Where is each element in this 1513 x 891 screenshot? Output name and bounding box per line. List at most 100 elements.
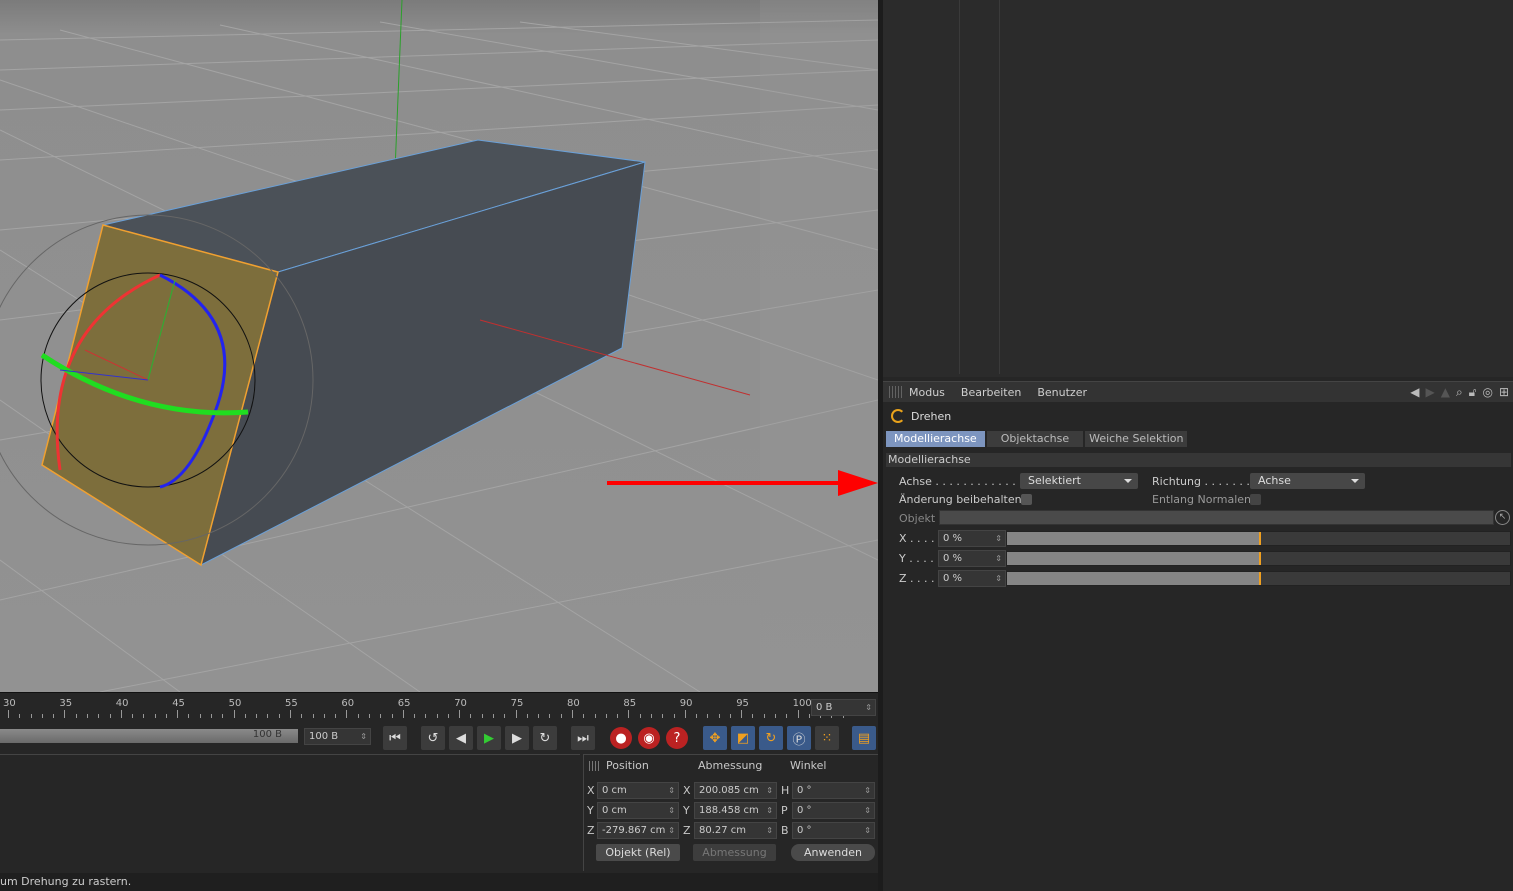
menu-modus[interactable]: Modus <box>909 386 945 399</box>
points-key-icon[interactable]: ⁙ <box>815 726 839 750</box>
axis-y-field[interactable]: 0 % ⇕ <box>938 550 1006 567</box>
move-key-icon[interactable]: ✥ <box>703 726 727 750</box>
spinner-icon[interactable]: ⇕ <box>995 571 1002 586</box>
rotate-key-icon[interactable]: ↻ <box>759 726 783 750</box>
current-frame-value: 0 B <box>816 702 833 713</box>
spinner-icon[interactable]: ⇕ <box>668 803 675 818</box>
rot-h-value: 0 ° <box>797 785 812 796</box>
new-panel-icon[interactable]: ⊞ <box>1499 385 1509 400</box>
axis-x-field[interactable]: 0 % ⇕ <box>938 530 1006 547</box>
prev-key-icon[interactable]: ↺ <box>421 726 445 750</box>
tick-mark <box>650 714 652 718</box>
film-icon[interactable]: ▤ <box>852 726 876 750</box>
tick-mark <box>143 714 145 718</box>
tick-label: 30 <box>3 698 16 709</box>
target-icon[interactable]: ◎ <box>1482 385 1492 400</box>
spinner-icon[interactable]: ⇕ <box>766 803 773 818</box>
timeline-ruler[interactable]: 30 35 40 45 50 55 60 65 70 75 80 85 90 95 100 0 B ⇕ <box>0 692 878 720</box>
back-arrow-icon[interactable]: ◀ <box>1410 385 1419 400</box>
grip-icon[interactable] <box>889 386 903 398</box>
size-z-value: 80.27 cm <box>699 825 747 836</box>
rot-b-field[interactable]: 0 ° ⇕ <box>792 822 875 839</box>
param-key-icon[interactable]: Ⓟ <box>787 726 811 750</box>
spinner-icon[interactable]: ⇕ <box>865 700 872 715</box>
lock-icon[interactable]: 🔓︎ <box>1469 385 1477 400</box>
entlang-label: Entlang Normalen <box>1152 493 1252 506</box>
axis-x-value: 0 % <box>943 533 963 544</box>
coord-mode-dropdown[interactable]: Objekt (Rel) <box>596 844 680 861</box>
size-z-field[interactable]: 80.27 cm ⇕ <box>694 822 777 839</box>
richtung-dropdown[interactable]: Achse <box>1250 473 1365 489</box>
rot-p-field[interactable]: 0 ° ⇕ <box>792 802 875 819</box>
tick-label: 35 <box>59 698 73 709</box>
material-panel[interactable] <box>0 754 580 871</box>
next-frame-icon[interactable]: ▶ <box>505 726 529 750</box>
play-icon[interactable]: ▶ <box>477 726 501 750</box>
record-icon[interactable]: ● <box>610 727 632 749</box>
axis-y-slider[interactable] <box>1006 551 1511 566</box>
axis-x-slider[interactable] <box>1006 531 1511 546</box>
pos-z-field[interactable]: -279.867 cm ⇕ <box>597 822 679 839</box>
current-frame-field[interactable]: 0 B ⇕ <box>811 699 876 716</box>
axis-x-label: X . . . . . <box>899 532 942 545</box>
spinner-icon[interactable]: ⇕ <box>668 783 675 798</box>
spinner-icon[interactable]: ⇕ <box>766 823 773 838</box>
spinner-icon[interactable]: ⇕ <box>360 729 367 744</box>
slider-marker <box>1258 532 1261 545</box>
pos-y-value: 0 cm <box>602 805 627 816</box>
goto-end-icon[interactable]: ⏭ <box>571 726 595 750</box>
pos-x-field[interactable]: 0 cm ⇕ <box>597 782 679 799</box>
forward-arrow-icon[interactable]: ▶ <box>1425 385 1434 400</box>
spinner-icon[interactable]: ⇕ <box>864 823 871 838</box>
rot-axis-label: B <box>781 824 789 837</box>
prev-frame-icon[interactable]: ◀ <box>449 726 473 750</box>
goto-start-icon[interactable]: ⏮ <box>383 726 407 750</box>
tick-mark <box>98 714 100 718</box>
spinner-icon[interactable]: ⇕ <box>995 531 1002 546</box>
axis-z-slider[interactable] <box>1006 571 1511 586</box>
slider-fill <box>1007 572 1259 585</box>
tab-objektachse[interactable]: Objektachse <box>986 431 1084 447</box>
grip-icon[interactable] <box>589 761 601 771</box>
end-frame-field[interactable]: 100 B ⇕ <box>304 728 371 745</box>
tick-mark <box>414 714 416 718</box>
aenderung-checkbox[interactable] <box>1021 494 1032 505</box>
menu-bearbeiten[interactable]: Bearbeiten <box>961 386 1021 399</box>
coordinates-manager: Position Abmessung Winkel X 0 cm ⇕ X 200.… <box>583 754 878 871</box>
size-x-field[interactable]: 200.085 cm ⇕ <box>694 782 777 799</box>
tick-mark <box>86 714 88 718</box>
spinner-icon[interactable]: ⇕ <box>995 551 1002 566</box>
spinner-icon[interactable]: ⇕ <box>668 823 675 838</box>
axis-z-field[interactable]: 0 % ⇕ <box>938 570 1006 587</box>
tick-mark <box>526 714 528 718</box>
apply-button[interactable]: Anwenden <box>791 844 875 861</box>
tick-mark <box>786 714 788 718</box>
rot-axis-label: P <box>781 804 788 817</box>
spinner-icon[interactable]: ⇕ <box>864 803 871 818</box>
search-icon[interactable]: ⌕ <box>1456 385 1463 400</box>
scale-key-icon[interactable]: ◩ <box>731 726 755 750</box>
rot-h-field[interactable]: 0 ° ⇕ <box>792 782 875 799</box>
objekt-link-field[interactable] <box>939 510 1494 525</box>
object-manager[interactable] <box>883 0 1513 377</box>
menu-benutzer[interactable]: Benutzer <box>1037 386 1087 399</box>
next-key-icon[interactable]: ↻ <box>533 726 557 750</box>
spinner-icon[interactable]: ⇕ <box>864 783 871 798</box>
up-arrow-icon[interactable]: ▲ <box>1441 385 1450 400</box>
autokey-icon[interactable]: ◉ <box>638 727 660 749</box>
section-header: Modellierachse <box>886 453 1511 467</box>
tick-label: 90 <box>679 698 693 709</box>
pick-icon[interactable]: ↖ <box>1495 510 1510 525</box>
spinner-icon[interactable]: ⇕ <box>766 783 773 798</box>
pos-y-field[interactable]: 0 cm ⇕ <box>597 802 679 819</box>
achse-dropdown[interactable]: Selektiert <box>1020 473 1138 489</box>
size-y-field[interactable]: 188.458 cm ⇕ <box>694 802 777 819</box>
tick-label: 45 <box>172 698 185 709</box>
time-range-slider[interactable]: 100 B <box>0 729 298 743</box>
tab-weiche-selektion[interactable]: Weiche Selektion <box>1085 431 1188 447</box>
keyframe-help-icon[interactable]: ? <box>666 727 688 749</box>
size-mode-dropdown[interactable]: Abmessung <box>693 844 776 861</box>
entlang-checkbox[interactable] <box>1250 494 1261 505</box>
3d-viewport[interactable] <box>0 0 878 692</box>
tab-modellierachse[interactable]: Modellierachse <box>886 431 985 447</box>
